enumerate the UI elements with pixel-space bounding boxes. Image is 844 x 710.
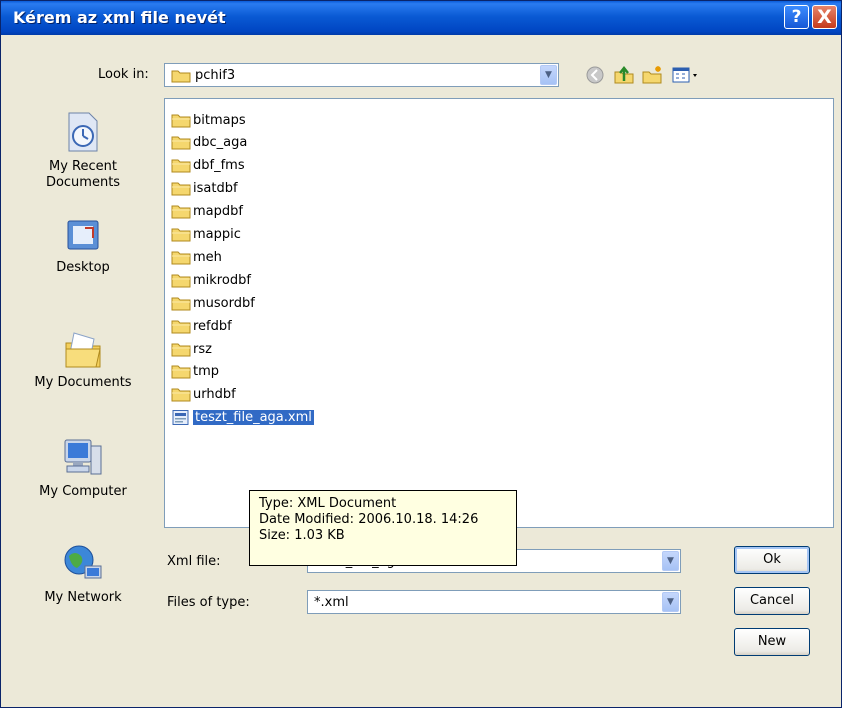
folder-item[interactable]: mappic <box>171 225 241 245</box>
folder-item[interactable]: urhdbf <box>171 385 236 405</box>
filetype-value: *.xml <box>314 595 349 610</box>
item-name: musordbf <box>193 295 255 311</box>
folder-icon <box>171 388 191 402</box>
folder-item[interactable]: musordbf <box>171 293 255 313</box>
open-file-dialog: Kérem az xml file nevét ? X Look in: pch… <box>0 0 842 708</box>
folder-item[interactable]: rsz <box>171 339 212 359</box>
folder-icon <box>171 365 191 379</box>
item-name: mikrodbf <box>193 272 251 288</box>
close-button[interactable]: X <box>812 5 837 29</box>
folder-icon <box>171 251 191 265</box>
look-in-combo[interactable]: pchif3 ▼ <box>164 63 559 87</box>
folder-icon <box>171 343 191 356</box>
item-name: urhdbf <box>193 387 236 403</box>
place-label: My Documents <box>34 375 132 390</box>
new-folder-icon[interactable] <box>641 65 665 85</box>
folder-item[interactable]: meh <box>171 247 222 267</box>
recent-documents-icon <box>68 112 98 152</box>
folder-icon <box>171 136 191 150</box>
back-icon[interactable] <box>585 65 607 85</box>
folder-icon <box>171 228 191 242</box>
new-button[interactable]: New <box>734 628 810 656</box>
filetype-combo[interactable]: *.xml ▼ <box>307 590 681 614</box>
desktop-icon <box>67 220 99 250</box>
folder-icon <box>171 114 191 127</box>
look-in-value: pchif3 <box>195 68 236 83</box>
item-name: tmp <box>193 364 220 380</box>
place-recent-documents[interactable]: My Recent Documents <box>13 111 153 191</box>
item-name: rsz <box>193 341 212 357</box>
file-list[interactable]: bitmaps dbc_aga dbf_fmsisatdbf mapdbf mappic… <box>164 98 834 528</box>
chevron-down-icon[interactable]: ▼ <box>662 551 679 571</box>
item-name: dbf_fms <box>193 158 245 174</box>
item-name: mapdbf <box>193 204 243 220</box>
folder-icon <box>171 159 191 173</box>
places-bar: My Recent Documents Desktop My Documents <box>13 101 153 611</box>
my-computer-icon <box>64 439 102 475</box>
xml-file-icon <box>172 410 189 426</box>
item-name: teszt_file_aga.xml <box>193 410 314 426</box>
folder-item[interactable]: dbc_aga <box>171 133 247 153</box>
folder-item[interactable]: bitmaps <box>171 110 246 130</box>
filetype-label: Files of type: <box>167 595 250 610</box>
item-name: dbc_aga <box>193 135 248 151</box>
place-label: Desktop <box>56 260 110 275</box>
cancel-button[interactable]: Cancel <box>734 587 810 615</box>
up-folder-icon[interactable] <box>613 65 635 85</box>
place-label: My Network <box>44 590 122 605</box>
place-my-computer[interactable]: My Computer <box>13 436 153 500</box>
my-network-icon <box>64 545 102 579</box>
place-desktop[interactable]: Desktop <box>13 216 153 276</box>
tooltip-date: Date Modified: 2006.10.18. 14:26 <box>259 512 479 527</box>
place-my-network[interactable]: My Network <box>13 542 153 606</box>
look-in-label: Look in: <box>98 67 149 82</box>
tooltip-type: Type: XML Document <box>259 496 397 511</box>
filename-label: Xml file: <box>167 554 221 569</box>
dialog-title: Kérem az xml file nevét <box>13 8 226 27</box>
folder-item[interactable]: isatdbf <box>171 179 238 199</box>
item-name: mappic <box>193 227 241 242</box>
folder-item[interactable]: dbf_fms <box>171 156 245 176</box>
item-name: refdbf <box>193 318 232 334</box>
folder-icon <box>171 274 191 288</box>
tooltip-size: Size: 1.03 KB <box>259 528 345 543</box>
place-label: My Computer <box>39 484 127 499</box>
folder-icon <box>171 297 191 311</box>
folder-item[interactable]: mikrodbf <box>171 270 251 290</box>
my-documents-icon <box>65 332 101 368</box>
file-item[interactable]: teszt_file_aga.xml <box>171 408 314 428</box>
folder-item[interactable]: refdbf <box>171 316 232 336</box>
folder-icon <box>171 205 191 219</box>
chevron-down-icon[interactable]: ▼ <box>662 592 679 612</box>
ok-button[interactable]: Ok <box>734 546 810 574</box>
folder-icon <box>171 70 191 83</box>
file-info-tooltip: Type: XML Document Date Modified: 2006.1… <box>249 490 517 566</box>
folder-item[interactable]: mapdbf <box>171 202 243 222</box>
folder-icon <box>171 320 191 334</box>
item-name: bitmaps <box>193 112 246 128</box>
folder-icon <box>171 182 191 196</box>
place-my-documents[interactable]: My Documents <box>13 329 153 391</box>
item-name: isatdbf <box>193 181 238 197</box>
chevron-down-icon[interactable]: ▼ <box>540 65 557 85</box>
title-bar: Kérem az xml file nevét ? X <box>1 1 841 35</box>
help-button[interactable]: ? <box>784 5 809 29</box>
place-label: My Recent <box>49 159 117 174</box>
place-label: Documents <box>45 175 121 190</box>
folder-item[interactable]: tmp <box>171 362 219 382</box>
view-menu-icon[interactable] <box>671 65 701 85</box>
item-name: meh <box>193 249 222 265</box>
